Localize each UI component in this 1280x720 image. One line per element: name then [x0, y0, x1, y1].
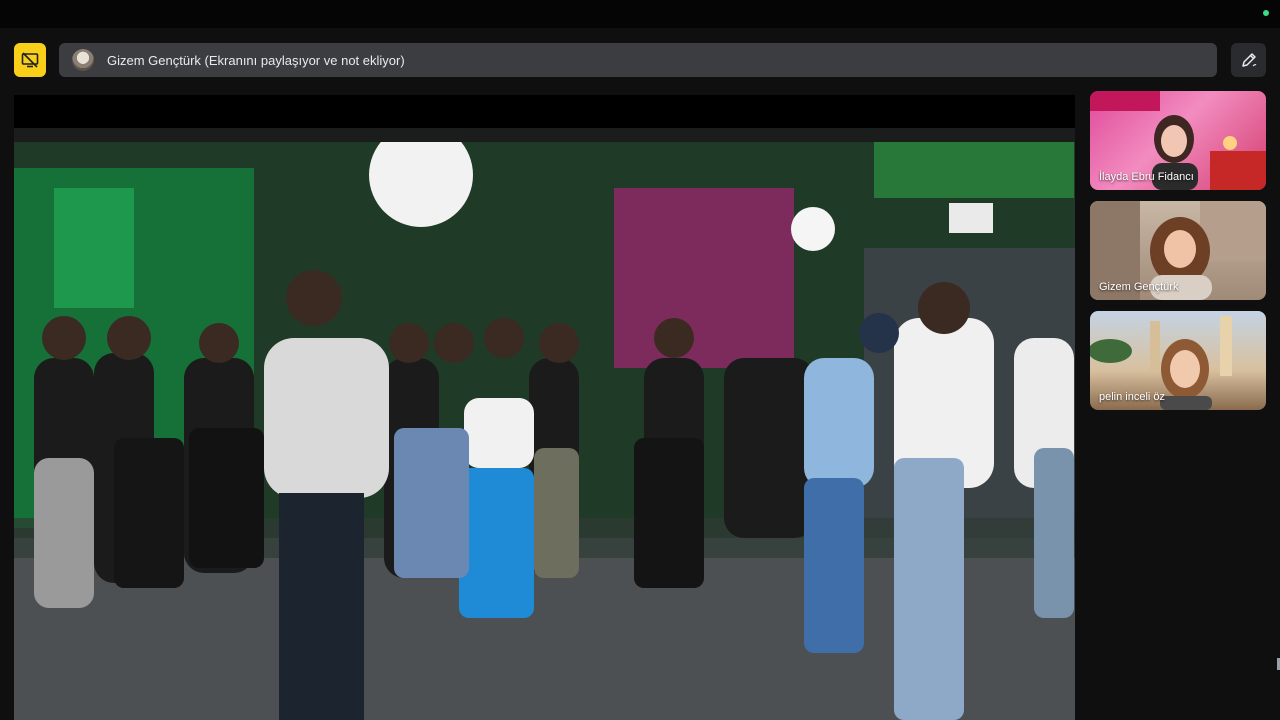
- screen-share-off-icon: [21, 52, 39, 68]
- status-indicator-dot: [1263, 10, 1269, 16]
- avatar: [72, 49, 94, 71]
- presenter-banner-text: Gizem Gençtürk (Ekranını paylaşıyor ve n…: [107, 52, 405, 68]
- shared-screen-video: [14, 95, 1075, 720]
- participant-name: İlayda Ebru Fidancı: [1099, 171, 1194, 183]
- stop-sharing-button[interactable]: [14, 43, 46, 77]
- pencil-annotate-icon: [1241, 53, 1256, 67]
- video-frame: [14, 128, 1075, 720]
- presenter-banner: Gizem Gençtürk (Ekranını paylaşıyor ve n…: [59, 43, 1217, 77]
- participant-tile-ilayda[interactable]: İlayda Ebru Fidancı: [1090, 91, 1266, 190]
- participant-name: Gizem Gençtürk: [1099, 281, 1179, 293]
- participant-tile-pelin[interactable]: pelin inceli öz: [1090, 311, 1266, 410]
- top-bar: [0, 0, 1280, 28]
- annotate-button[interactable]: [1231, 43, 1266, 77]
- participant-name: pelin inceli öz: [1099, 391, 1166, 403]
- participant-tile-gizem[interactable]: Gizem Gençtürk: [1090, 201, 1266, 300]
